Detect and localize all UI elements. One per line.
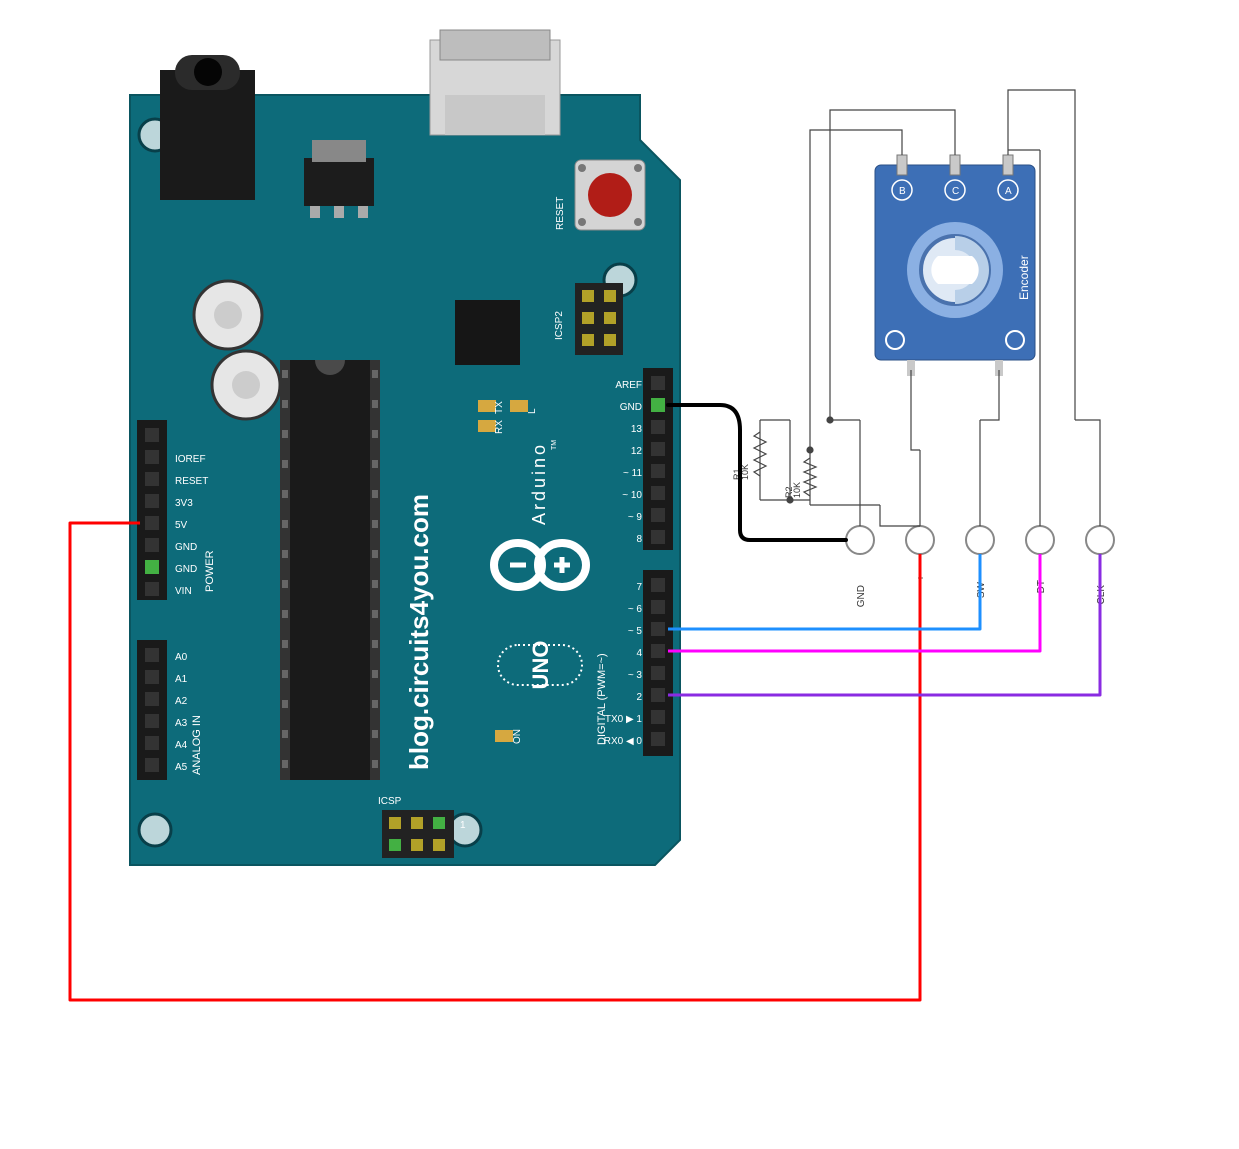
pin-d0[interactable] — [651, 732, 665, 746]
pin-d8[interactable] — [651, 530, 665, 544]
pin-3v3[interactable] — [145, 494, 159, 508]
label-d10: ~ 10 — [622, 490, 642, 501]
pin-5v[interactable] — [145, 516, 159, 530]
label-3v3: 3V3 — [175, 498, 193, 509]
label-d7: 7 — [636, 582, 642, 593]
label-vin: VIN — [175, 586, 192, 597]
wiring-diagram: RESET ICSP2 TX RX L ON blog.circuits4you… — [0, 0, 1239, 1149]
label-a4: A4 — [175, 740, 188, 751]
on-label: ON — [512, 729, 523, 744]
label-d12: 12 — [631, 446, 643, 457]
pin-d6[interactable] — [651, 600, 665, 614]
rx-label: RX — [494, 420, 505, 434]
label-gnd-d: GND — [620, 402, 642, 413]
label-d1: TX0 ▶ 1 — [605, 714, 643, 725]
icsp2-header — [575, 283, 623, 355]
label-a1: A1 — [175, 674, 188, 685]
label-d0: RX0 ◀ 0 — [604, 736, 643, 747]
pin-d11[interactable] — [651, 464, 665, 478]
label-a3: A3 — [175, 718, 188, 729]
pin-gnd1[interactable] — [145, 538, 159, 552]
pin-gnd2[interactable] — [145, 560, 159, 574]
pin-reset[interactable] — [145, 472, 159, 486]
pin-d7[interactable] — [651, 578, 665, 592]
pin-d12[interactable] — [651, 442, 665, 456]
label-d8: 8 — [636, 534, 642, 545]
arduino-name: Arduino — [529, 442, 549, 525]
label-5v: 5V — [175, 520, 188, 531]
pin-d13[interactable] — [651, 420, 665, 434]
wire-dt — [668, 554, 1040, 651]
label-d4: 4 — [636, 648, 642, 659]
pin-a0[interactable] — [145, 648, 159, 662]
analog-section-label: ANALOG IN — [191, 715, 203, 775]
reset-label: RESET — [555, 197, 566, 230]
resistor-r2: 10K R2 — [784, 450, 880, 505]
label-a0: A0 — [175, 652, 188, 663]
wire-clk — [668, 554, 1100, 695]
label-a5: A5 — [175, 762, 188, 773]
pin-gnd-d[interactable] — [651, 398, 665, 412]
label-reset: RESET — [175, 476, 208, 487]
tm-label: TM — [551, 440, 558, 450]
power-section-label: POWER — [204, 550, 216, 592]
pin-a5[interactable] — [145, 758, 159, 772]
pin-power-blank[interactable] — [145, 428, 159, 442]
label-d2: 2 — [636, 692, 642, 703]
pin-a3[interactable] — [145, 714, 159, 728]
label-d5: ~ 5 — [628, 626, 643, 637]
icsp-one: 1 — [460, 820, 466, 831]
label-d6: ~ 6 — [628, 604, 643, 615]
icsp-label: ICSP — [378, 796, 402, 807]
label-d9: ~ 9 — [628, 512, 643, 523]
wire-sw — [668, 554, 980, 629]
icsp2-label: ICSP2 — [554, 311, 565, 340]
digital-header-upper — [643, 368, 673, 550]
l-label: L — [527, 408, 538, 414]
icsp-header — [382, 810, 454, 858]
pin-aref[interactable] — [651, 376, 665, 390]
pin-d4[interactable] — [651, 644, 665, 658]
pin-d3[interactable] — [651, 666, 665, 680]
resistor-r1: 10K R1 — [732, 420, 766, 500]
pin-d2[interactable] — [651, 688, 665, 702]
pin-vin[interactable] — [145, 582, 159, 596]
label-d13: 13 — [631, 424, 643, 435]
digital-section-label: DIGITAL (PWM=~) — [596, 653, 608, 745]
digital-header-lower — [643, 570, 673, 756]
label-a2: A2 — [175, 696, 188, 707]
pin-d10[interactable] — [651, 486, 665, 500]
pin-d1[interactable] — [651, 710, 665, 724]
pin-a2[interactable] — [145, 692, 159, 706]
arduino-board: RESET ICSP2 TX RX L ON blog.circuits4you… — [130, 30, 680, 865]
pin-d5[interactable] — [651, 622, 665, 636]
encoder-module: Encoder B C A — [875, 155, 1035, 376]
enc-pin-a: A — [1005, 186, 1012, 197]
r2-ref: R2 — [784, 486, 794, 498]
encoder-title: Encoder — [1017, 255, 1031, 300]
label-ioref: IOREF — [175, 454, 206, 465]
pin-a1[interactable] — [145, 670, 159, 684]
label-d3: ~ 3 — [628, 670, 643, 681]
label-aref: AREF — [615, 380, 642, 391]
pin-a4[interactable] — [145, 736, 159, 750]
pad-gnd: GND — [856, 585, 867, 607]
enc-pin-b: B — [899, 186, 906, 197]
pin-ioref[interactable] — [145, 450, 159, 464]
uno-label: UNO — [528, 641, 553, 690]
pin-d9[interactable] — [651, 508, 665, 522]
wire-gnd — [668, 405, 846, 540]
label-gnd2: GND — [175, 564, 197, 575]
label-gnd1: GND — [175, 542, 197, 553]
enc-pin-c: C — [952, 186, 959, 197]
reset-button[interactable] — [575, 160, 645, 230]
tx-label: TX — [494, 401, 505, 414]
label-d11: ~ 11 — [623, 468, 642, 479]
watermark-text: blog.circuits4you.com — [404, 494, 434, 770]
